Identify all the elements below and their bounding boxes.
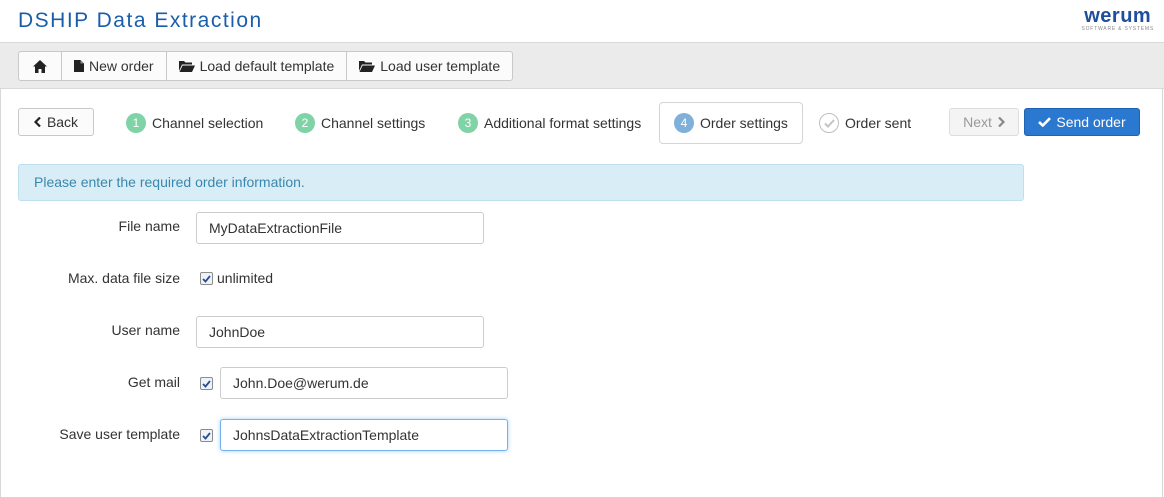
wizard-steps: Back 1 Channel selection 2 Channel setti…: [0, 102, 1164, 144]
load-default-label: Load default template: [199, 58, 335, 74]
checkbox-check-icon: [202, 274, 211, 283]
step-channel-settings[interactable]: 2 Channel settings: [295, 102, 425, 144]
step-label: Channel selection: [152, 115, 264, 131]
save-template-checkbox[interactable]: [200, 429, 213, 442]
home-button[interactable]: [18, 51, 62, 81]
step-number-badge: 4: [674, 113, 694, 133]
werum-logo: werum SOFTWARE & SYSTEMS: [1081, 6, 1154, 32]
unlimited-checkbox[interactable]: [200, 272, 213, 285]
home-icon: [33, 59, 47, 73]
step-number-badge: 1: [126, 113, 146, 133]
toolbar: New order Load default template Load use…: [0, 42, 1164, 89]
get-mail-label: Get mail: [127, 374, 180, 390]
logo-subtext: SOFTWARE & SYSTEMS: [1081, 26, 1154, 32]
checkbox-check-icon: [202, 431, 211, 440]
info-alert: Please enter the required order informat…: [18, 164, 1024, 201]
next-button[interactable]: Next: [949, 108, 1019, 136]
step-order-sent: Order sent: [819, 102, 911, 144]
check-circle-icon: [819, 113, 839, 133]
load-default-template-button[interactable]: Load default template: [165, 51, 348, 81]
send-order-button[interactable]: Send order: [1024, 108, 1140, 136]
step-number-badge: 2: [295, 113, 315, 133]
load-user-label: Load user template: [380, 58, 501, 74]
load-user-template-button[interactable]: Load user template: [346, 51, 514, 81]
toolbar-button-group: New order Load default template Load use…: [18, 51, 514, 81]
template-name-input[interactable]: [220, 419, 508, 451]
user-name-input[interactable]: [196, 316, 484, 348]
folder-open-icon: [359, 61, 376, 72]
step-number-badge: 3: [458, 113, 478, 133]
send-order-label: Send order: [1056, 114, 1126, 130]
unlimited-checkbox-label: unlimited: [217, 270, 274, 286]
step-label: Channel settings: [321, 115, 426, 131]
back-button[interactable]: Back: [18, 108, 94, 136]
back-label: Back: [46, 114, 79, 130]
checkbox-check-icon: [202, 379, 211, 388]
file-name-label: File name: [118, 218, 180, 234]
next-label: Next: [963, 114, 992, 130]
title-bar: DSHIP Data Extraction werum SOFTWARE & S…: [0, 0, 1164, 42]
step-label: Order sent: [845, 115, 912, 131]
step-additional-format-settings[interactable]: 3 Additional format settings: [458, 102, 641, 144]
logo-wordmark: werum: [1084, 5, 1152, 27]
checkmark-icon: [1038, 117, 1052, 127]
new-order-label: New order: [89, 58, 154, 74]
step-order-settings[interactable]: 4 Order settings: [659, 102, 803, 144]
chevron-left-icon: [33, 117, 41, 127]
get-mail-checkbox[interactable]: [200, 377, 213, 390]
save-user-template-label: Save user template: [59, 426, 180, 442]
file-name-input[interactable]: [196, 212, 484, 244]
email-input[interactable]: [220, 367, 508, 399]
chevron-right-icon: [998, 117, 1005, 127]
step-label: Order settings: [700, 115, 788, 131]
folder-open-icon: [178, 61, 195, 72]
app-title: DSHIP Data Extraction: [18, 9, 263, 32]
step-channel-selection[interactable]: 1 Channel selection: [126, 102, 263, 144]
user-name-label: User name: [111, 322, 180, 338]
file-icon: [74, 60, 84, 72]
new-order-button[interactable]: New order: [61, 51, 167, 81]
step-label: Additional format settings: [484, 115, 642, 131]
max-file-size-label: Max. data file size: [67, 270, 180, 286]
